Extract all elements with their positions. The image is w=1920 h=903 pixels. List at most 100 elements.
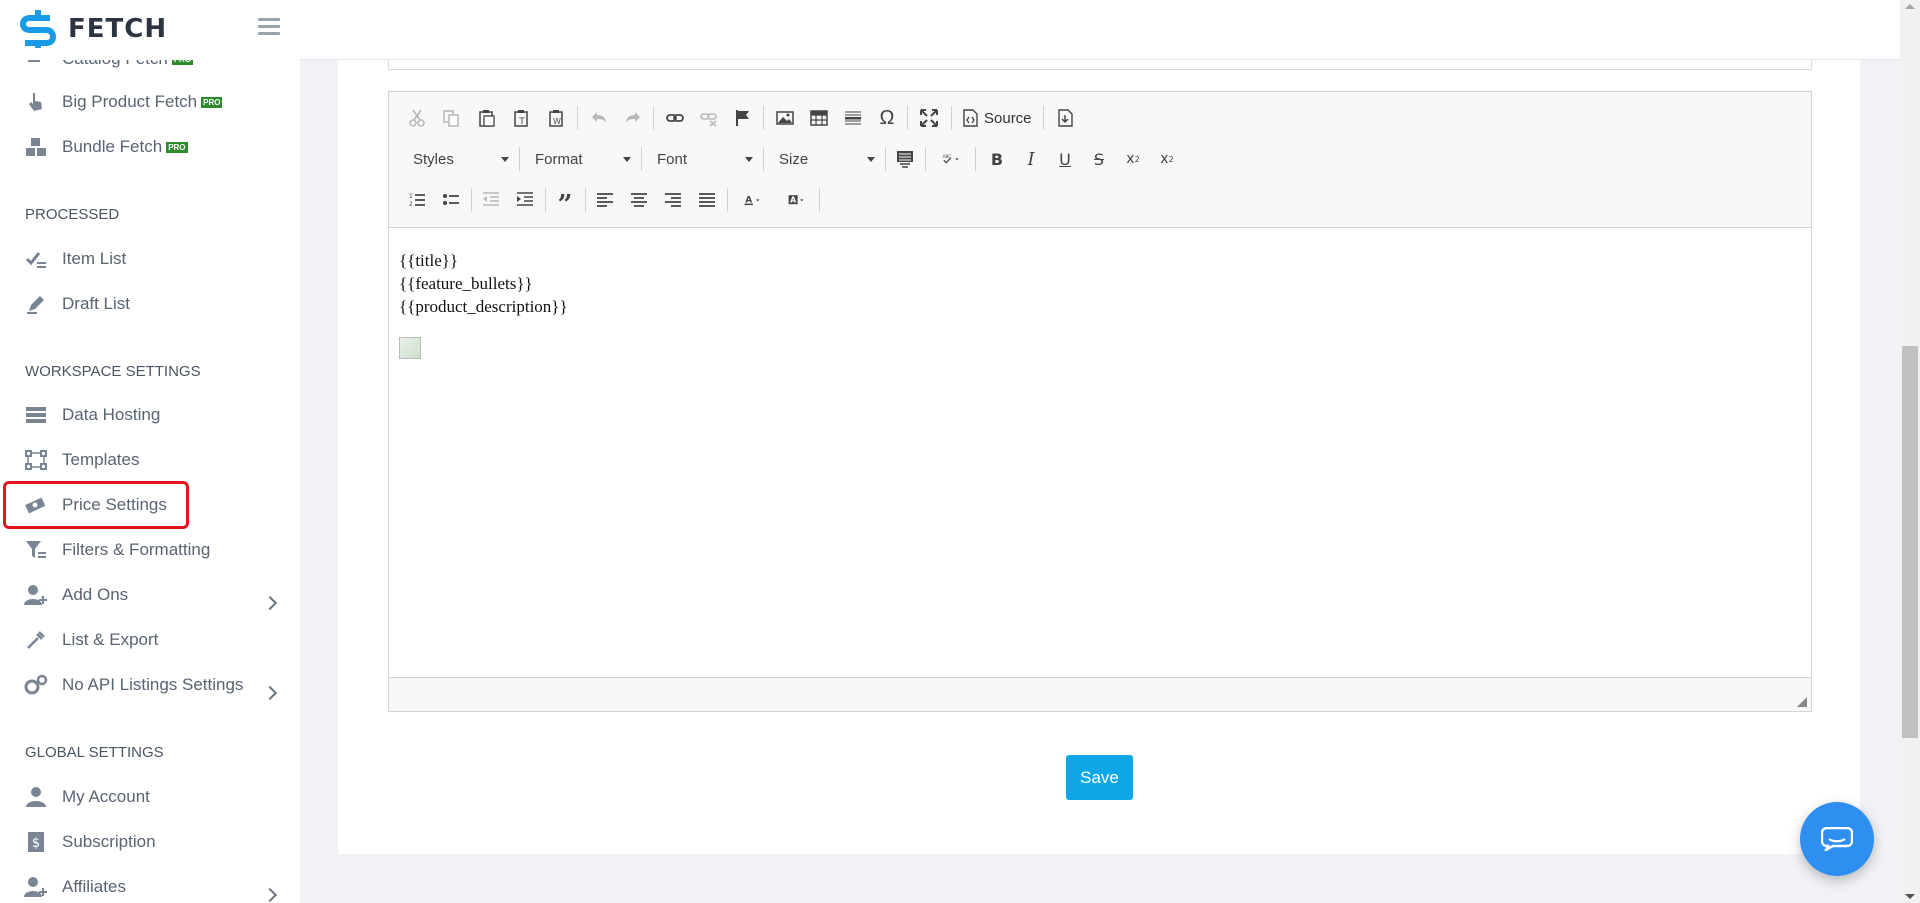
background-color-icon[interactable]: A (777, 186, 817, 214)
sidebar-item-label: Affiliates (62, 877, 126, 896)
source-file-icon (963, 109, 978, 127)
size-dropdown[interactable]: Size (769, 145, 881, 173)
wrench-icon (24, 628, 48, 652)
page-scrollbar[interactable] (1900, 0, 1920, 903)
sidebar-item-add-ons[interactable]: Add Ons (24, 580, 128, 610)
pro-badge: PRO (166, 141, 188, 153)
sidebar-item-label: My Account (62, 787, 150, 806)
strikethrough-icon[interactable]: S (1085, 145, 1113, 173)
sidebar-item-item-list[interactable]: Item List (24, 244, 126, 274)
sidebar-item-list-export[interactable]: List & Export (24, 625, 158, 655)
sidebar-item-label: Subscription (62, 832, 156, 851)
sidebar-item-price-settings[interactable]: Price Settings (24, 490, 167, 520)
sidebar-item-bundle-fetch[interactable]: Bundle Fetch PRO (24, 132, 188, 162)
user-plus-icon (24, 583, 48, 607)
resize-handle-icon[interactable] (1797, 697, 1807, 707)
indent-icon[interactable] (511, 186, 539, 214)
scroll-thumb[interactable] (1902, 346, 1918, 738)
styles-label: Styles (413, 150, 454, 168)
font-label: Font (657, 150, 688, 168)
editor-content[interactable]: {{title}} {{feature_bullets}} {{product_… (389, 229, 1811, 676)
top-bar (300, 0, 1900, 60)
content-line-product-description: {{product_description}} (399, 297, 568, 316)
svg-text:$: $ (32, 836, 40, 851)
show-blocks-icon[interactable] (891, 145, 919, 173)
justify-icon[interactable] (693, 186, 721, 214)
bulleted-list-icon[interactable] (437, 186, 465, 214)
svg-text:1: 1 (409, 193, 413, 200)
add-ons-chevron-icon[interactable] (262, 595, 278, 611)
svg-text:W: W (553, 117, 561, 126)
save-button[interactable]: Save (1066, 755, 1133, 800)
sidebar-item-filters-formatting[interactable]: Filters & Formatting (24, 535, 210, 565)
money-icon (24, 493, 48, 517)
source-label: Source (984, 109, 1032, 127)
paste-word-icon[interactable]: W (543, 104, 571, 132)
svg-text:A: A (790, 196, 796, 205)
sidebar-item-draft-list[interactable]: Draft List (24, 289, 130, 319)
sidebar-item-label: Item List (62, 249, 127, 268)
copy-icon[interactable] (437, 104, 465, 132)
no-api-chevron-icon[interactable] (262, 685, 278, 701)
superscript-icon[interactable]: x2 (1153, 145, 1181, 173)
sidebar-item-label: Draft List (62, 294, 131, 313)
unlink-icon[interactable] (695, 104, 723, 132)
font-dropdown[interactable]: Font (647, 145, 759, 173)
italic-icon[interactable]: I (1017, 145, 1045, 173)
link-icon[interactable] (661, 104, 689, 132)
undo-icon[interactable] (585, 104, 613, 132)
sidebar-item-my-account[interactable]: My Account (24, 782, 150, 812)
special-char-omega-icon[interactable]: Ω (873, 104, 901, 132)
redo-icon[interactable] (619, 104, 647, 132)
section-workspace-settings: WORKSPACE SETTINGS (25, 363, 201, 380)
maximize-icon[interactable] (915, 104, 943, 132)
image-icon[interactable] (771, 104, 799, 132)
sidebar-item-affiliates[interactable]: Affiliates (24, 872, 126, 902)
paste-icon[interactable] (473, 104, 501, 132)
paste-text-icon[interactable]: T (508, 104, 536, 132)
server-icon (24, 403, 48, 427)
templates-save-icon[interactable] (1051, 104, 1079, 132)
checklist-icon (24, 247, 48, 271)
styles-dropdown[interactable]: Styles (403, 145, 515, 173)
align-center-icon[interactable] (625, 186, 653, 214)
broken-image-icon[interactable] (399, 337, 421, 359)
blockquote-icon[interactable]: ” (551, 186, 579, 220)
sidebar-item-label: Data Hosting (62, 405, 161, 424)
sidebar-item-label: No API Listings Settings (62, 675, 244, 694)
text-color-icon[interactable]: A (733, 186, 773, 214)
source-button[interactable]: Source (961, 104, 1032, 132)
align-left-icon[interactable] (591, 186, 619, 214)
horizontal-line-icon[interactable] (839, 104, 867, 132)
subscript-icon[interactable]: x2 (1119, 145, 1147, 173)
editor-footer (389, 677, 1811, 711)
chat-widget-button[interactable] (1800, 802, 1874, 876)
anchor-flag-icon[interactable] (729, 104, 757, 132)
underline-icon[interactable]: U (1051, 145, 1079, 173)
sidebar-item-big-product-fetch[interactable]: Big Product Fetch PRO (24, 87, 223, 117)
affiliates-chevron-icon[interactable] (262, 887, 278, 903)
spellcheck-icon[interactable]: ABC (931, 145, 971, 173)
format-dropdown[interactable]: Format (525, 145, 637, 173)
scroll-up-icon[interactable] (1905, 4, 1915, 9)
numbered-list-icon[interactable]: 12 (403, 186, 431, 214)
dollar-file-icon: $ (24, 830, 48, 854)
sidebar-item-subscription[interactable]: $ Subscription (24, 827, 156, 857)
cubes-icon (24, 135, 48, 159)
outdent-icon[interactable] (477, 186, 505, 214)
menu-toggle-icon[interactable] (258, 18, 280, 38)
table-icon[interactable] (805, 104, 833, 132)
bold-icon[interactable]: B (983, 145, 1011, 173)
scroll-down-icon[interactable] (1905, 894, 1915, 899)
align-right-icon[interactable] (659, 186, 687, 214)
editor-toolbar: T W Ω Source Styles Format Font Size ABC… (389, 92, 1811, 228)
sidebar-item-no-api-listings[interactable]: No API Listings Settings (24, 670, 243, 700)
sidebar-item-templates[interactable]: Templates (24, 445, 139, 475)
pencil-icon (24, 292, 48, 316)
cut-icon[interactable] (403, 104, 431, 132)
sidebar-item-data-hosting[interactable]: Data Hosting (24, 400, 160, 430)
logo[interactable]: FETCH (20, 10, 167, 48)
sidebar-item-label: Templates (62, 450, 140, 469)
filter-icon (24, 538, 48, 562)
content-line-feature-bullets: {{feature_bullets}} (399, 274, 533, 293)
